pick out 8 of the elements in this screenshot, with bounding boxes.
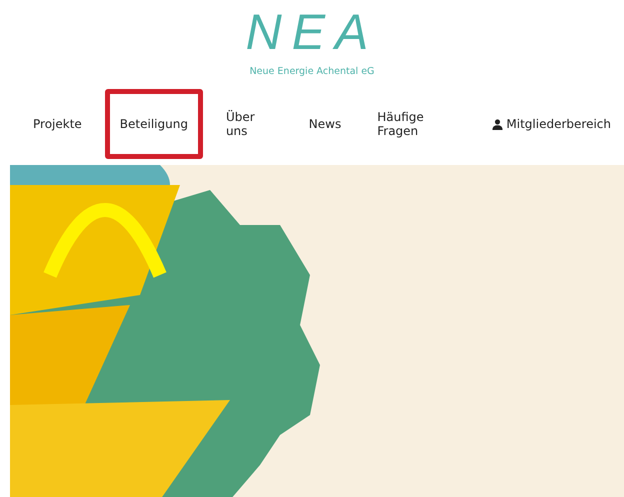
nav-link[interactable]: Projekte: [20, 89, 95, 159]
nav-link[interactable]: Beteiligung: [104, 89, 203, 159]
nav-link[interactable]: News: [296, 89, 354, 159]
logo-tagline: Neue Energie Achental eG: [250, 66, 374, 77]
nav-link[interactable]: Mitgliederbereich: [479, 89, 624, 159]
nav-link[interactable]: Über uns: [212, 89, 286, 159]
user-icon: [492, 118, 504, 130]
nav-link[interactable]: Häufige Fragen: [364, 89, 470, 159]
